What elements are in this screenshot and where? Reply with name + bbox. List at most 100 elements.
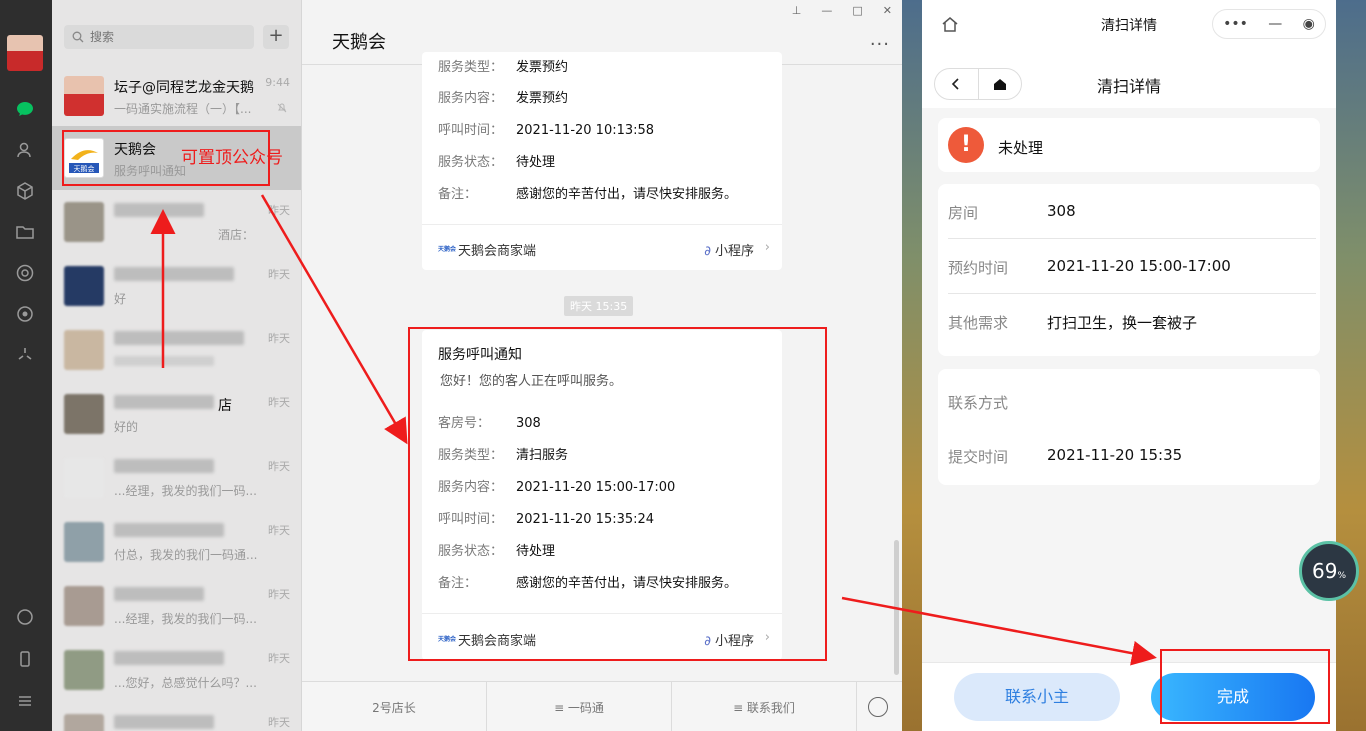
conversation-time: 昨天	[268, 460, 290, 473]
conversation-time: 昨天	[268, 396, 290, 409]
warning-icon: !	[948, 127, 984, 163]
menu-store-manager[interactable]: 2号店长	[302, 682, 487, 731]
status-card: ! 未处理	[938, 118, 1320, 172]
avatar	[64, 202, 104, 242]
search-icon	[72, 31, 84, 43]
more-icon[interactable]: •••	[1223, 16, 1248, 32]
conversation-preview: ...您好，总感觉什么吗？...	[114, 676, 257, 690]
chevron-right-icon: ›	[764, 240, 770, 255]
conversation-preview: 酒店：	[217, 228, 254, 242]
status-text: 未处理	[998, 139, 1044, 157]
conversation-item[interactable]: ...您好，总感觉什么吗？... 昨天	[52, 638, 301, 702]
conversation-item[interactable]: 坛子@同程艺龙金天鹅 一码通实施流程（一）【... 9:44	[52, 64, 301, 128]
conversation-time: 昨天	[268, 652, 290, 665]
mini-navbar: 清扫详情	[922, 48, 1336, 108]
annotation-box-card	[408, 327, 827, 661]
menu-yimatong[interactable]: ≡ 一码通	[487, 682, 672, 731]
conversation-item[interactable]: 好 昨天	[52, 254, 301, 318]
card-row: 服务类型： 发票预约	[438, 60, 569, 75]
collections-icon[interactable]	[14, 180, 36, 202]
menu-contact-us[interactable]: ≡ 联系我们	[672, 682, 857, 731]
add-button[interactable]: +	[263, 25, 289, 49]
scrollbar[interactable]	[894, 540, 899, 675]
conversation-item[interactable]: 付总，我发的我们一码通... 昨天	[52, 510, 301, 574]
mini-program-link[interactable]: ∂ 小程序	[704, 240, 754, 259]
files-icon[interactable]	[14, 221, 36, 243]
mobile-icon[interactable]	[14, 648, 36, 670]
mini-program-window: 清扫详情 ••• — ◉ 清扫详情 ! 未处理 房间 308 预约时间 2021-1…	[922, 0, 1336, 731]
conversation-preview: 付总，我发的我们一码通...	[114, 548, 258, 562]
conversation-time: 昨天	[268, 204, 290, 217]
conversation-preview: ...经理，我发的我们一码...	[114, 484, 257, 498]
mute-icon	[277, 103, 287, 113]
conversation-item[interactable]: 昨天	[52, 318, 301, 382]
conversation-time: 9:44	[265, 76, 290, 89]
conversation-item[interactable]: 店 好的 昨天	[52, 382, 301, 446]
conversation-preview: ...经理，我发的我们一码...	[114, 612, 257, 626]
window-controls: ⊥ — □ ✕	[792, 4, 892, 17]
close-target-icon[interactable]: ◉	[1303, 16, 1315, 32]
card-row: 服务内容： 发票预约	[438, 91, 569, 106]
conversation-time: 昨天	[268, 588, 290, 601]
minimize-icon[interactable]: —	[821, 4, 832, 17]
pin-icon[interactable]: ⊥	[792, 4, 802, 17]
avatar	[64, 330, 104, 370]
keyboard-icon[interactable]	[868, 697, 888, 717]
contacts-icon[interactable]	[14, 139, 36, 161]
mini-titlebar: 清扫详情 ••• — ◉	[922, 0, 1336, 48]
source-logo: 天鹅会	[438, 246, 457, 253]
capsule-menu: ••• — ◉	[1212, 9, 1326, 39]
submit-time-row: 提交时间 2021-11-20 15:35	[948, 446, 1183, 466]
card-row: 服务状态： 待处理	[438, 155, 556, 170]
minimize-icon[interactable]: —	[1268, 16, 1282, 32]
contact-card: 联系方式 提交时间 2021-11-20 15:35	[938, 369, 1320, 485]
user-avatar[interactable]	[7, 35, 43, 71]
conversation-preview: 好的	[114, 420, 139, 434]
look-icon[interactable]	[14, 344, 36, 366]
performance-gauge[interactable]: 69%	[1299, 541, 1359, 601]
chat-title: 天鹅会	[332, 32, 386, 53]
avatar	[64, 586, 104, 626]
menu-icon[interactable]	[14, 690, 36, 712]
detail-row: 其他需求 打扫卫生，换一套被子	[948, 314, 1198, 332]
conversation-item[interactable]: 酒店： 昨天	[52, 190, 301, 254]
conversation-name: 坛子@同程艺龙金天鹅	[114, 80, 254, 96]
annotation-label: 可置顶公众号	[181, 148, 283, 168]
conversation-time: 昨天	[268, 332, 290, 345]
bottom-menu: 2号店长 ≡ 一码通 ≡ 联系我们	[302, 681, 902, 731]
page-title: 清扫详情	[1096, 77, 1161, 96]
search-input[interactable]	[90, 30, 240, 44]
link-icon: ∂	[704, 244, 711, 259]
avatar	[64, 394, 104, 434]
conversation-item[interactable]: ...经理，我发的我们一码... 昨天	[52, 574, 301, 638]
message-card[interactable]: 服务类型： 发票预约 服务内容： 发票预约 呼叫时间： 2021-11-20 10:1…	[422, 52, 782, 270]
conversation-time: 昨天	[268, 716, 290, 729]
conversation-time: 昨天	[268, 268, 290, 281]
chat-icon[interactable]	[14, 98, 36, 120]
conversation-item[interactable]: 昨天	[52, 702, 301, 731]
avatar	[64, 714, 104, 731]
mini-programs-icon[interactable]	[14, 303, 36, 325]
moments-icon[interactable]	[14, 262, 36, 284]
icon-rail	[0, 0, 52, 731]
detail-row: 房间 308	[948, 184, 1316, 239]
conversation-preview: 好	[114, 292, 127, 306]
detail-row: 预约时间 2021-11-20 15:00-17:00	[948, 239, 1316, 294]
avatar	[64, 458, 104, 498]
contact-guest-button[interactable]: 联系小主	[954, 673, 1120, 721]
avatar	[64, 76, 104, 116]
conversation-item[interactable]: ...经理，我发的我们一码... 昨天	[52, 446, 301, 510]
card-row: 呼叫时间： 2021-11-20 10:13:58	[438, 123, 655, 138]
avatar	[64, 266, 104, 306]
more-icon[interactable]: ···	[870, 34, 890, 55]
phone-icon[interactable]	[14, 606, 36, 628]
avatar	[64, 522, 104, 562]
card-row: 备注： 感谢您的辛苦付出，请尽快安排服务。	[438, 187, 738, 202]
message-timestamp: 昨天 15:35	[564, 296, 634, 316]
conversation-preview: 一码通实施流程（一）【...	[114, 102, 252, 116]
chat-list: + 坛子@同程艺龙金天鹅 一码通实施流程（一）【... 9:44 天鹅会 天鹅会…	[52, 0, 302, 731]
contact-row: 联系方式	[948, 394, 1009, 412]
search-box[interactable]	[64, 25, 254, 49]
close-icon[interactable]: ✕	[883, 4, 892, 17]
maximize-icon[interactable]: □	[852, 4, 862, 17]
